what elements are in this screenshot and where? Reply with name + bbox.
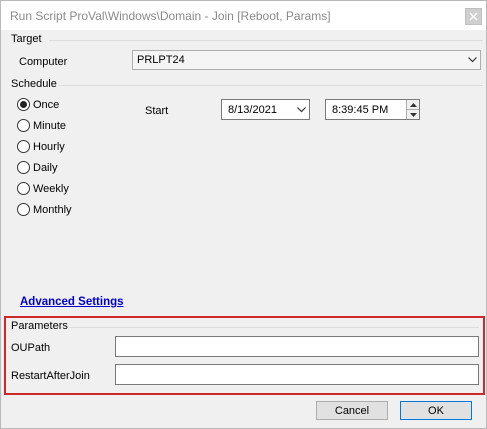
- schedule-option-label: Minute: [33, 119, 67, 132]
- ok-button[interactable]: OK: [400, 401, 472, 420]
- schedule-divider: [59, 85, 483, 86]
- cancel-button-label: Cancel: [334, 404, 370, 417]
- start-time-value: 8:39:45 PM: [332, 103, 389, 116]
- schedule-option-hourly[interactable]: Hourly: [17, 140, 65, 153]
- ok-button-label: OK: [428, 404, 444, 417]
- chevron-down-icon[interactable]: [293, 106, 309, 113]
- radio-monthly[interactable]: [17, 203, 30, 216]
- schedule-option-minute[interactable]: Minute: [17, 119, 66, 132]
- title-bar[interactable]: Run Script ProVal\Windows\Domain - Join …: [1, 1, 486, 31]
- oupath-input[interactable]: [115, 336, 479, 357]
- computer-select-value: PRLPT24: [137, 54, 185, 66]
- advanced-settings-link[interactable]: Advanced Settings: [20, 296, 124, 308]
- restart-after-join-input[interactable]: [115, 364, 479, 385]
- spin-down-icon[interactable]: [407, 109, 419, 119]
- target-divider: [49, 40, 483, 41]
- parameters-section-label: Parameters: [11, 320, 68, 332]
- radio-hourly[interactable]: [17, 140, 30, 153]
- schedule-option-daily[interactable]: Daily: [17, 161, 57, 174]
- radio-daily[interactable]: [17, 161, 30, 174]
- radio-once[interactable]: [17, 98, 30, 111]
- cancel-button[interactable]: Cancel: [316, 401, 388, 420]
- start-label: Start: [145, 105, 169, 117]
- computer-label: Computer: [19, 56, 68, 68]
- spin-up-icon[interactable]: [407, 100, 419, 109]
- time-spinner[interactable]: [406, 100, 419, 119]
- schedule-option-label: Once: [33, 98, 60, 111]
- start-date-picker[interactable]: 8/13/2021: [221, 99, 310, 120]
- schedule-option-monthly[interactable]: Monthly: [17, 203, 72, 216]
- close-button[interactable]: [465, 8, 482, 25]
- schedule-option-label: Daily: [33, 161, 58, 174]
- target-section-label: Target: [11, 33, 42, 45]
- schedule-option-once[interactable]: Once: [17, 98, 59, 111]
- schedule-section-label: Schedule: [11, 78, 57, 90]
- computer-select[interactable]: PRLPT24: [132, 50, 481, 70]
- window-title: Run Script ProVal\Windows\Domain - Join …: [10, 9, 331, 23]
- chevron-down-icon: [464, 57, 480, 63]
- schedule-option-label: Monthly: [33, 203, 72, 216]
- restart-after-join-label: RestartAfterJoin: [11, 370, 90, 382]
- schedule-option-label: Weekly: [33, 182, 69, 195]
- parameters-divider: [69, 327, 479, 328]
- radio-minute[interactable]: [17, 119, 30, 132]
- close-icon: [469, 12, 478, 21]
- radio-weekly[interactable]: [17, 182, 30, 195]
- schedule-option-weekly[interactable]: Weekly: [17, 182, 69, 195]
- start-time-picker[interactable]: 8:39:45 PM: [325, 99, 420, 120]
- oupath-label: OUPath: [11, 342, 51, 354]
- start-date-value: 8/13/2021: [228, 103, 277, 116]
- run-script-dialog: Run Script ProVal\Windows\Domain - Join …: [0, 0, 487, 429]
- schedule-option-label: Hourly: [33, 140, 65, 153]
